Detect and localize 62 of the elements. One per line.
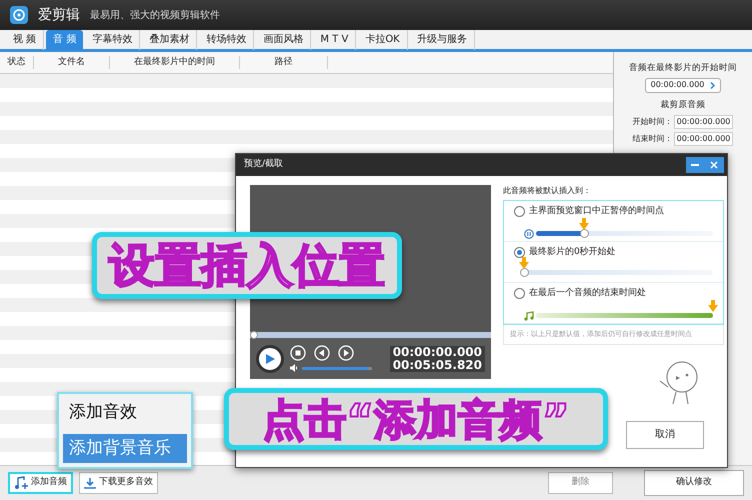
current-time: 00:00:00.000: [392, 346, 482, 358]
tab[interactable]: 升级与服务: [410, 30, 475, 50]
radio-button[interactable]: [514, 288, 525, 300]
tab[interactable]: 视 频: [6, 30, 44, 50]
pause-icon: [524, 228, 534, 238]
column-header[interactable]: 路径: [240, 56, 328, 70]
marker-arrow-icon: [519, 256, 529, 268]
menu-item[interactable]: 添加音效: [63, 398, 187, 428]
tab[interactable]: M T V: [313, 30, 356, 50]
music-note-icon: [524, 310, 534, 320]
step-forward-icon[interactable]: [338, 345, 354, 361]
play-button[interactable]: [256, 344, 284, 372]
download-icon: [84, 477, 96, 489]
music-note-plus-icon: [14, 476, 28, 490]
cancel-button[interactable]: 取消: [626, 420, 704, 448]
section-title: 裁剪原音频: [660, 98, 706, 112]
step-back-icon[interactable]: [314, 345, 330, 361]
tab[interactable]: 卡拉OK: [358, 30, 408, 50]
app-slogan: 最易用、强大的视频剪辑软件: [90, 8, 220, 22]
tab[interactable]: 字幕特效: [85, 30, 140, 50]
minimize-button[interactable]: [686, 157, 704, 173]
delete-button[interactable]: 删除: [548, 472, 613, 494]
chevron-right-icon: [710, 82, 716, 89]
total-time: 00:05:05.820: [392, 358, 482, 372]
close-icon: [710, 161, 718, 169]
option-label: 最终影片的0秒开始处: [529, 246, 616, 259]
tab[interactable]: 叠加素材: [142, 30, 198, 50]
volume-icon: [290, 364, 299, 372]
dialog-title: 预览/截取: [244, 158, 284, 172]
app-name: 爱剪辑: [38, 6, 80, 24]
option-label: 主界面预览窗口中正暂停的时间点: [529, 205, 664, 218]
minimize-icon: [691, 164, 699, 166]
tab[interactable]: 转场特效: [199, 30, 254, 50]
radio-button[interactable]: [514, 206, 525, 218]
insert-title: 此音频将被默认插入到：: [503, 185, 592, 197]
callout-label: 点击“添加音频”: [224, 388, 608, 450]
slider-thumb[interactable]: [580, 229, 589, 238]
field-label: 开始时间：: [632, 116, 673, 128]
start-time-field[interactable]: 00:00:00.000: [644, 78, 722, 93]
marker-arrow-icon: [578, 218, 589, 230]
panel-title: 音频在最终影片的开始时间: [629, 62, 737, 75]
column-header[interactable]: 在最终影片中的时间: [110, 56, 240, 70]
download-button[interactable]: 下载更多音效: [79, 472, 158, 494]
app-logo-icon: [10, 6, 28, 24]
callout-label: 设置插入位置: [92, 232, 402, 299]
slider-thumb[interactable]: [520, 268, 529, 276]
add-audio-button[interactable]: 添加音频: [8, 472, 73, 494]
column-header[interactable]: 文件名: [34, 56, 110, 70]
close-button[interactable]: [704, 157, 724, 173]
progress-thumb[interactable]: [250, 331, 258, 339]
time-field[interactable]: 00:00:00.000: [674, 114, 734, 128]
option-label: 在最后一个音频的结束时间处: [529, 287, 646, 300]
column-header[interactable]: 状态: [0, 56, 34, 70]
confirm-button[interactable]: 确认修改: [644, 470, 744, 496]
radio-button[interactable]: [514, 247, 525, 258]
tab[interactable]: 画面风格: [256, 30, 312, 50]
tab[interactable]: 音 频: [46, 30, 84, 50]
play-icon: [264, 352, 276, 364]
field-label: 结束时间：: [632, 132, 673, 144]
stop-icon[interactable]: [290, 345, 306, 361]
time-field[interactable]: 00:00:00.000: [674, 132, 734, 146]
marker-arrow-icon: [708, 300, 718, 312]
